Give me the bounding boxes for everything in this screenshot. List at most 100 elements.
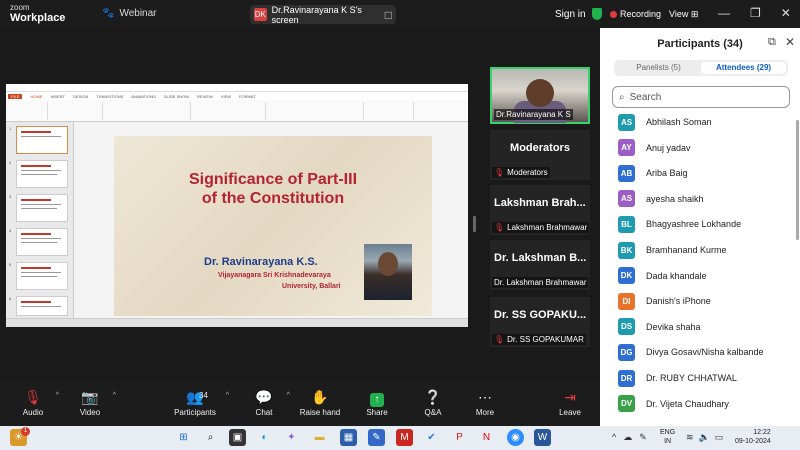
close-icon[interactable]: □ xyxy=(385,8,392,22)
raise-hand-button[interactable]: ✋ Raise hand xyxy=(292,388,348,417)
pen-icon[interactable]: ✎ xyxy=(639,432,647,443)
participant-row[interactable]: DV Dr. Vijeta Chaudhary xyxy=(618,394,729,414)
video-label: Video xyxy=(79,408,101,417)
chevron-up-icon[interactable]: ^ xyxy=(56,392,59,399)
scrollbar[interactable] xyxy=(796,120,799,240)
participant-name: Dr. RUBY CHHATWAL xyxy=(646,373,737,383)
chat-label: Chat xyxy=(255,408,273,417)
people-icon: 👥 xyxy=(186,389,204,405)
audio-button[interactable]: 🎙 Audio ^ xyxy=(5,388,61,417)
zoom-icon[interactable]: ◉ xyxy=(507,429,524,446)
ppt-tab-insert: INSERT xyxy=(50,93,66,99)
avatar: BK xyxy=(618,241,635,259)
participant-name: Ariba Baig xyxy=(646,168,688,179)
participant-row[interactable]: DS Devika shaha xyxy=(618,317,701,337)
copilot-icon[interactable]: ✦ xyxy=(283,429,300,446)
slide-affiliation-line1: Vijayanagara Sri Krishnadevaraya xyxy=(218,272,331,279)
file-explorer-icon[interactable]: ▬ xyxy=(311,429,328,446)
view-menu-button[interactable]: View ⊞ xyxy=(669,9,698,20)
participant-name: Danish's iPhone xyxy=(646,296,711,307)
active-speaker-video[interactable]: Dr.Ravinarayana K S xyxy=(490,67,590,124)
recording-indicator[interactable]: Recording xyxy=(610,9,661,19)
pop-out-icon[interactable]: ⧉ xyxy=(768,36,776,49)
ppt-status-bar xyxy=(6,318,468,327)
todo-icon[interactable]: ✔ xyxy=(423,429,440,446)
netflix-icon[interactable]: N xyxy=(478,429,495,446)
qa-button[interactable]: ❔ Q&A xyxy=(405,388,461,417)
search-icon: ⌕ xyxy=(619,91,625,103)
slide-title-line1: Significance of Part-III xyxy=(188,171,358,188)
minimize-icon[interactable]: — xyxy=(718,6,730,20)
participant-name: Divya Gosavi/Nisha kalbande xyxy=(646,347,764,358)
edge-icon[interactable]: ◐ xyxy=(256,429,273,446)
qa-label: Q&A xyxy=(424,408,442,417)
mcafee-icon[interactable]: M xyxy=(396,429,413,446)
more-button[interactable]: ⋯ More xyxy=(457,388,513,417)
chevron-up-icon[interactable]: ^ xyxy=(113,392,116,399)
restore-icon[interactable]: ❐ xyxy=(750,6,761,20)
close-icon[interactable]: ✕ xyxy=(785,35,795,49)
store-icon[interactable]: ▦ xyxy=(340,429,357,446)
tab-attendees[interactable]: Attendees (29) xyxy=(701,62,786,74)
chevron-up-icon[interactable]: ^ xyxy=(226,392,229,399)
zoom-logo: zoom Workplace xyxy=(10,3,65,24)
cloud-icon[interactable]: ☁ xyxy=(623,432,632,443)
video-tile[interactable]: Dr. Lakshman B... Dr. Lakshman Brahmawar xyxy=(490,240,590,290)
system-tray: ^ ☁ ✎ xyxy=(612,432,647,443)
participant-row[interactable]: DK Dada khandale xyxy=(618,266,707,286)
chat-icon: 💬 xyxy=(255,389,273,405)
participants-button[interactable]: 👥 34 Participants ^ xyxy=(167,388,229,417)
participant-row[interactable]: BK Bramhanand Kurme xyxy=(618,240,727,260)
slide-thumbnail xyxy=(16,194,68,222)
participant-row[interactable]: AY Anuj yadav xyxy=(618,138,691,158)
sign-in-link[interactable]: Sign in xyxy=(555,9,586,20)
video-tile-label-text: Lakshman Brahmawar xyxy=(507,223,588,232)
shield-icon[interactable] xyxy=(592,8,602,20)
webinar-label: 🐾 Webinar xyxy=(102,8,157,19)
start-icon[interactable]: ⊞ xyxy=(175,429,192,446)
leave-icon: ⇥ xyxy=(564,389,576,405)
search-input[interactable]: ⌕ Search xyxy=(612,86,790,108)
tab-panelists[interactable]: Panelists (5) xyxy=(616,62,701,74)
app-icon[interactable]: ✎ xyxy=(368,429,385,446)
participant-row[interactable]: AB Ariba Baig xyxy=(618,163,688,183)
video-tile[interactable]: Dr. SS GOPAKU... 🎙 Dr. SS GOPAKUMAR xyxy=(490,297,590,347)
mic-muted-icon: 🎙 xyxy=(24,389,42,405)
word-icon[interactable]: W xyxy=(534,429,551,446)
task-view-icon[interactable]: ▣ xyxy=(229,429,246,446)
video-tile[interactable]: Moderators 🎙 Moderators xyxy=(490,130,590,180)
avatar: AY xyxy=(618,139,635,157)
ribbon-group-drawing xyxy=(266,102,364,120)
windows-taskbar: ☀ 1 ⊞ ⌕ ▣ ◐ ✦ ▬ ▦ ✎ M ✔ P N ◉ W ^ ☁ ✎ EN… xyxy=(0,426,800,450)
leave-button[interactable]: ⇥ Leave xyxy=(542,388,598,417)
pinterest-icon[interactable]: P xyxy=(451,429,468,446)
slide-thumbnail xyxy=(16,126,68,154)
close-window-icon[interactable]: ✕ xyxy=(781,6,791,20)
participant-row[interactable]: BL Bhagyashree Lokhande xyxy=(618,214,741,234)
clock[interactable]: 12:22 09-10-2024 xyxy=(735,428,771,446)
participant-row[interactable]: DI Danish's iPhone xyxy=(618,291,711,311)
shared-screen-indicator[interactable]: DK Dr.Ravinarayana K S's screen □ xyxy=(250,4,396,25)
search-placeholder: Search xyxy=(629,91,662,103)
language-code: ENG xyxy=(660,429,676,436)
qa-icon: ❔ xyxy=(424,389,442,405)
participant-row[interactable]: AS ayesha shaikh xyxy=(618,189,704,209)
ppt-tab-slideshow: SLIDE SHOW xyxy=(163,93,190,99)
slide-thumbnails: 1 2 3 4 5 6 xyxy=(6,122,74,318)
participant-row[interactable]: DG Divya Gosavi/Nisha kalbande xyxy=(618,342,764,362)
language-indicator[interactable]: ENG IN xyxy=(660,428,675,446)
shared-screen-title: Dr.Ravinarayana K S's screen xyxy=(271,4,362,25)
volume-icon: 🔈 xyxy=(698,432,710,442)
video-button[interactable]: 📷 Video ^ xyxy=(62,388,118,417)
chevron-up-icon[interactable]: ^ xyxy=(612,432,616,443)
search-icon[interactable]: ⌕ xyxy=(202,429,219,446)
quick-settings[interactable]: ≋ 🔈 ▭ xyxy=(686,432,723,443)
chevron-up-icon[interactable]: ^ xyxy=(287,392,290,399)
video-tile[interactable]: Lakshman Brah... 🎙 Lakshman Brahmawar xyxy=(490,185,590,235)
chat-button[interactable]: 💬 Chat ^ xyxy=(236,388,292,417)
share-button[interactable]: ↑ Share xyxy=(349,388,405,417)
resize-handle[interactable] xyxy=(473,216,476,232)
participant-row[interactable]: DR Dr. RUBY CHHATWAL xyxy=(618,368,737,388)
avatar: DG xyxy=(618,343,635,361)
participant-row[interactable]: AS Abhilash Soman xyxy=(618,112,712,132)
